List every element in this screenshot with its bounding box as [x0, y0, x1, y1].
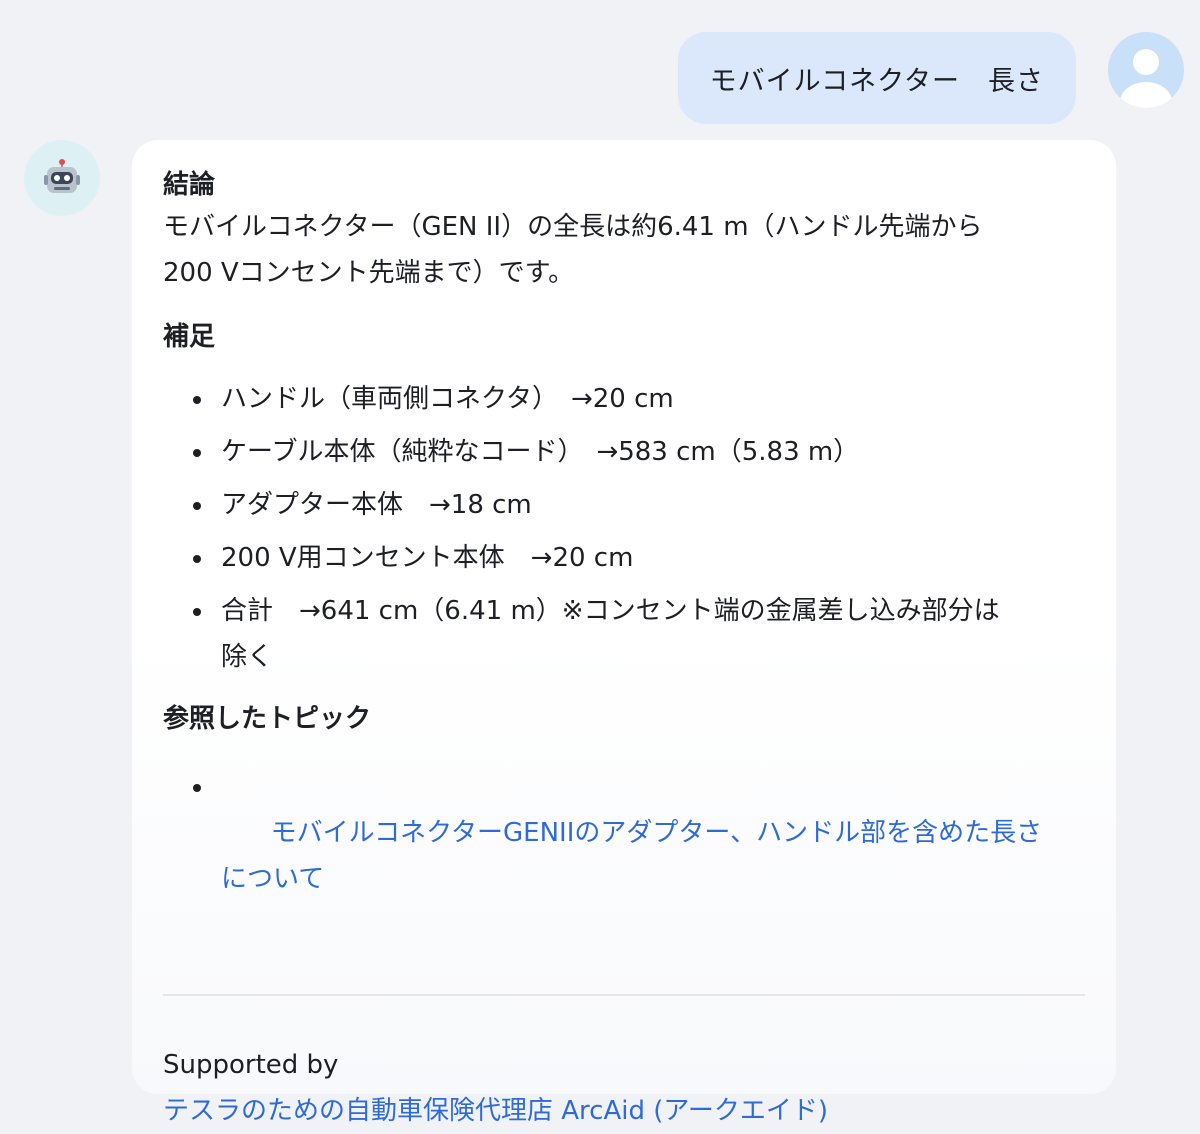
user-message-row: モバイルコネクター 長さ [677, 32, 1184, 124]
bot-avatar [24, 140, 100, 216]
supplement-heading: 補足 [163, 322, 216, 352]
supported-by-label: Supported by [163, 1050, 339, 1080]
list-item-continuation: 除く [221, 642, 274, 672]
list-item: 200 V用コンセント本体 →20 cm [191, 535, 1085, 581]
list-item: ケーブル本体（純粋なコード） →583 cm（5.83 m） [191, 429, 1085, 475]
list-item: ハンドル（車両側コネクタ） →20 cm [191, 376, 1085, 422]
provider-link[interactable]: テスラのための自動車保険代理店 ArcAid (アークエイド) [163, 1096, 828, 1126]
bot-response-card: 結論 モバイルコネクター（GEN II）の全長は約6.41 m（ハンドル先端から… [132, 140, 1116, 1126]
supplement-list: ハンドル（車両側コネクタ） →20 cm ケーブル本体（純粋なコード） →583… [163, 376, 1085, 680]
topics-heading: 参照したトピック [163, 704, 372, 734]
conclusion-heading: 結論 [163, 170, 216, 200]
topic-link-item[interactable]: モバイルコネクターGENIIのアダプター、ハンドル部を含めた長さ について [191, 764, 1085, 948]
list-item: 合計 →641 cm（6.41 m）※コンセント端の金属差し込み部分は 除く [191, 588, 1085, 680]
user-message-bubble: モバイルコネクター 長さ [677, 32, 1076, 124]
list-item: アダプター本体 →18 cm [191, 482, 1085, 528]
conclusion-text-line2: 200 Vコンセント先端まで）です。 [163, 258, 575, 288]
robot-face-icon [44, 159, 80, 193]
topics-list: モバイルコネクターGENIIのアダプター、ハンドル部を含めた長さ について [163, 764, 1085, 948]
topic-link[interactable]: モバイルコネクターGENIIのアダプター、ハンドル部を含めた長さ について [221, 818, 1042, 894]
user-silhouette-icon [1120, 49, 1172, 108]
conclusion-text-line1: モバイルコネクター（GEN II）の全長は約6.41 m（ハンドル先端から [163, 212, 983, 242]
user-avatar[interactable] [1108, 32, 1184, 108]
